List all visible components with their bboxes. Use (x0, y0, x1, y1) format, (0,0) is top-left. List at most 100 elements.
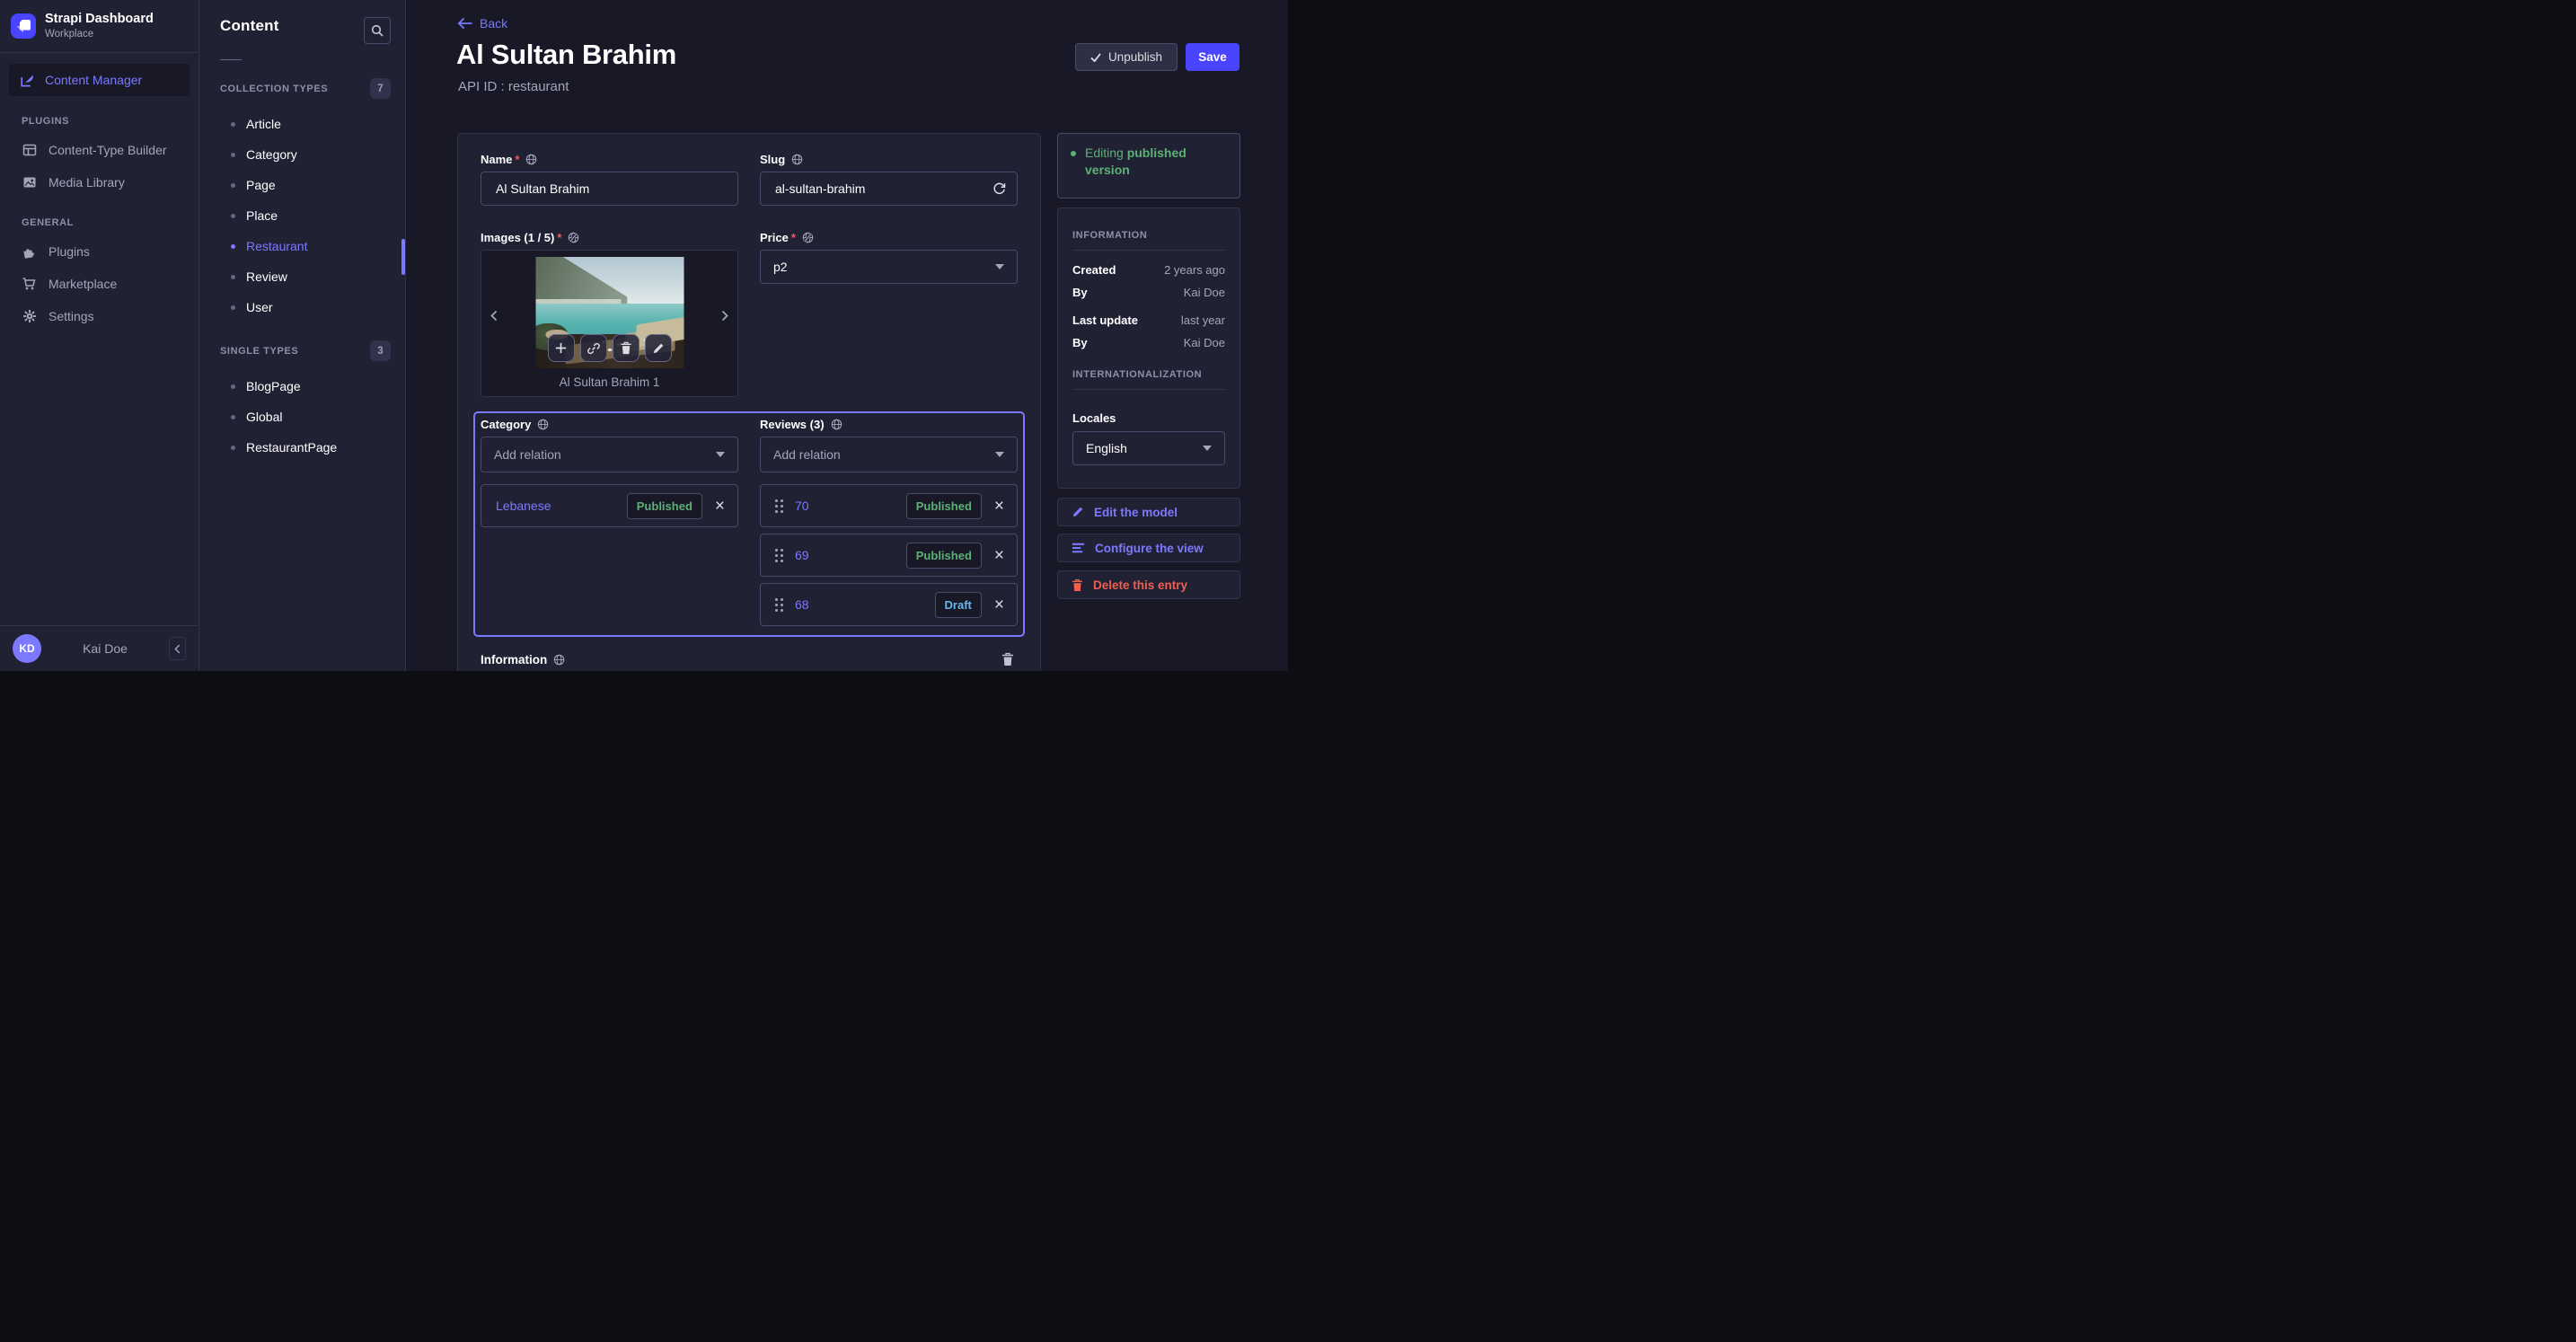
nav-item-label: Plugins (49, 244, 90, 259)
label-text: Images (1 / 5) (481, 231, 555, 244)
globe-icon (831, 419, 842, 430)
nav-item-content-type-builder[interactable]: Content-Type Builder (9, 135, 190, 165)
single-types-header: SINGLE TYPES 3 (199, 340, 405, 361)
edit-image-button[interactable] (644, 334, 672, 362)
plus-icon (555, 342, 567, 354)
delete-image-button[interactable] (612, 334, 640, 362)
relation-link[interactable]: 69 (795, 548, 906, 562)
unpublish-button[interactable]: Unpublish (1075, 43, 1178, 71)
nav-item-label: Content-Type Builder (49, 143, 167, 157)
save-button[interactable]: Save (1186, 43, 1239, 71)
review-relation-70[interactable]: 70 Published × (760, 484, 1018, 527)
panel-title: Content (220, 17, 279, 34)
nav-item-plugins[interactable]: Plugins (9, 236, 190, 267)
carousel-prev-button[interactable] (487, 306, 501, 325)
pencil-icon (1072, 507, 1083, 517)
required-asterisk: * (557, 231, 562, 244)
unpublish-label: Unpublish (1107, 50, 1163, 64)
images-price-row: Images (1 / 5) * Al Sultan Brahim 1 Pric… (481, 231, 1018, 397)
meta-value: last year (1180, 313, 1225, 327)
chevron-right-icon (721, 310, 728, 322)
nav-item-media-library[interactable]: Media Library (9, 167, 190, 198)
nav-item-settings[interactable]: Settings (9, 301, 190, 331)
status-badge: Published (626, 492, 702, 519)
drag-handle-icon[interactable] (775, 548, 783, 562)
status-prefix: Editing (1085, 146, 1127, 160)
app-title: Strapi Dashboard (45, 12, 154, 26)
sidebar-item-place[interactable]: Place (199, 200, 405, 231)
globe-strikethrough-icon (568, 232, 579, 243)
sidebar-item-blogpage[interactable]: BlogPage (199, 371, 405, 402)
review-relation-68[interactable]: 68 Draft × (760, 583, 1018, 626)
add-image-button[interactable] (547, 334, 575, 362)
i18n-section-title: INTERNATIONALIZATION (1072, 369, 1203, 380)
drag-handle-icon[interactable] (775, 597, 783, 612)
sidebar-item-user[interactable]: User (199, 292, 405, 322)
nav-item-marketplace[interactable]: Marketplace (9, 269, 190, 299)
chevron-left-icon (174, 644, 181, 653)
button-label: Delete this entry (1093, 578, 1188, 592)
category-relation-lebanese[interactable]: Lebanese Published × (481, 484, 738, 527)
gear-icon (22, 309, 37, 323)
delete-component-button[interactable] (1001, 652, 1014, 667)
item-label: Place (246, 208, 278, 223)
trash-icon (1002, 652, 1013, 666)
link-icon (587, 342, 600, 354)
remove-relation-button[interactable]: × (713, 498, 727, 515)
remove-relation-button[interactable]: × (992, 596, 1006, 614)
item-label: Restaurant (246, 239, 308, 253)
category-add-relation-select[interactable]: Add relation (481, 437, 738, 472)
remove-relation-button[interactable]: × (992, 498, 1006, 515)
relation-link[interactable]: 70 (795, 499, 906, 513)
search-button[interactable] (364, 17, 391, 44)
copy-link-button[interactable] (579, 334, 607, 362)
edit-model-button[interactable]: Edit the model (1057, 498, 1240, 526)
slug-input[interactable]: al-sultan-brahim (760, 172, 1018, 206)
meta-label: Created (1072, 263, 1116, 277)
sidebar-item-review[interactable]: Review (199, 261, 405, 292)
sidebar-item-page[interactable]: Page (199, 170, 405, 200)
avatar[interactable]: KD (13, 634, 41, 663)
item-label: Review (246, 269, 287, 284)
information-component-row: Information (481, 652, 1018, 667)
regenerate-slug-button[interactable] (992, 181, 1006, 195)
list-lines-icon (1072, 543, 1085, 553)
delete-entry-button[interactable]: Delete this entry (1057, 570, 1240, 599)
check-icon (1090, 52, 1101, 62)
drag-handle-icon[interactable] (775, 499, 783, 513)
bullet-dot (231, 274, 235, 279)
nav-item-content-manager[interactable]: Content Manager (9, 64, 190, 96)
placeholder-text: Add relation (494, 447, 561, 462)
images-field: Images (1 / 5) * Al Sultan Brahim 1 (481, 231, 738, 397)
category-field: Category Add relation Lebanese Published… (481, 418, 738, 626)
reviews-add-relation-select[interactable]: Add relation (760, 437, 1018, 472)
meta-value: 2 years ago (1164, 263, 1225, 277)
nav-item-label: Marketplace (49, 277, 118, 291)
layout-grid-icon (22, 143, 37, 157)
bullet-dot (231, 182, 235, 188)
item-label: Category (246, 147, 297, 162)
sidebar-item-global[interactable]: Global (199, 402, 405, 432)
collapse-sidebar-button[interactable] (169, 637, 186, 660)
locale-select[interactable]: English (1072, 431, 1225, 465)
sidebar-item-article[interactable]: Article (199, 109, 405, 139)
name-input[interactable]: Al Sultan Brahim (481, 172, 738, 206)
scrollbar-thumb[interactable] (401, 239, 405, 275)
workspace-brand[interactable]: Strapi Dashboard Workplace (0, 0, 198, 53)
sidebar-item-restaurant[interactable]: Restaurant (199, 231, 405, 261)
remove-relation-button[interactable]: × (992, 547, 1006, 564)
nav-item-label: Media Library (49, 175, 125, 190)
carousel-next-button[interactable] (718, 306, 732, 325)
price-select[interactable]: p2 (760, 250, 1018, 284)
sidebar-item-category[interactable]: Category (199, 139, 405, 170)
puzzle-icon (22, 244, 37, 260)
sidebar-item-restaurantpage[interactable]: RestaurantPage (199, 432, 405, 463)
price-label: Price * (760, 231, 1018, 244)
relation-link[interactable]: Lebanese (496, 499, 627, 513)
configure-view-button[interactable]: Configure the view (1057, 534, 1240, 562)
relation-link[interactable]: 68 (795, 597, 935, 612)
review-relation-69[interactable]: 69 Published × (760, 534, 1018, 577)
required-asterisk: * (515, 153, 520, 166)
back-link[interactable]: Back (457, 16, 507, 31)
api-id-subtitle: API ID : restaurant (458, 79, 569, 94)
